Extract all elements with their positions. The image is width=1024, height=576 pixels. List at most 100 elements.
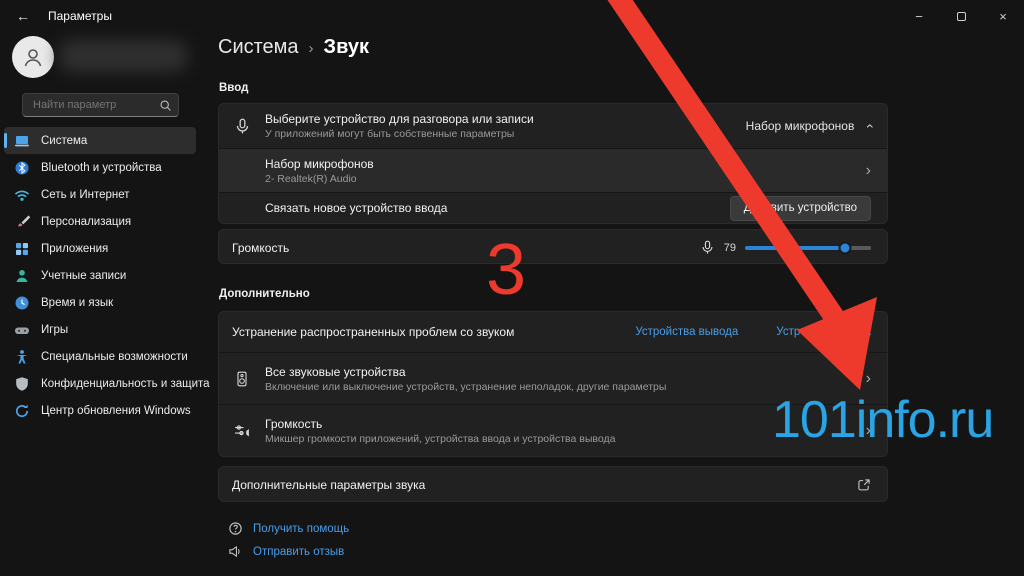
user-name-redacted bbox=[58, 40, 188, 72]
troubleshoot-title: Устранение распространенных проблем со з… bbox=[232, 325, 515, 339]
shield-icon bbox=[16, 376, 28, 391]
minimize-icon: − bbox=[915, 8, 923, 24]
close-button[interactable]: × bbox=[982, 0, 1024, 32]
chevron-right-icon: › bbox=[865, 369, 871, 387]
device-subtitle: 2- Realtek(R) Audio bbox=[265, 172, 357, 185]
mixer-title: Громкость bbox=[265, 416, 323, 431]
volume-slider-handle[interactable] bbox=[838, 241, 852, 254]
input-devices-card: Выберите устройство для разговора или за… bbox=[218, 103, 888, 224]
device-title: Набор микрофонов bbox=[265, 156, 374, 171]
speaker-device-icon bbox=[237, 371, 247, 386]
all-devices-subtitle: Включение или выключение устройств, устр… bbox=[265, 380, 667, 393]
close-icon: × bbox=[999, 8, 1007, 24]
breadcrumb-separator-icon: › bbox=[308, 40, 314, 57]
volume-card: Громкость 79 bbox=[218, 229, 888, 264]
chevron-right-icon: › bbox=[865, 161, 871, 179]
troubleshoot-row: Устранение распространенных проблем со з… bbox=[219, 312, 887, 352]
input-devices-link[interactable]: Устройства ввода bbox=[776, 326, 871, 338]
sidebar-item-network[interactable]: Сеть и Интернет bbox=[4, 181, 196, 208]
input-device-picker-row[interactable]: Выберите устройство для разговора или за… bbox=[219, 104, 887, 148]
back-icon: ← bbox=[16, 8, 30, 24]
update-icon bbox=[15, 404, 29, 417]
get-help-label: Получить помощь bbox=[253, 522, 350, 535]
help-icon bbox=[229, 522, 242, 535]
sidebar-item-label: Учетные записи bbox=[41, 269, 127, 282]
maximize-button[interactable] bbox=[940, 0, 982, 32]
sidebar-item-label: Bluetooth и устройства bbox=[41, 161, 162, 174]
sidebar-item-label: Сеть и Интернет bbox=[41, 188, 130, 201]
more-sound-settings-card: Дополнительные параметры звука bbox=[218, 466, 888, 502]
sidebar-item-apps[interactable]: Приложения bbox=[4, 235, 196, 262]
sidebar-item-system[interactable]: Система bbox=[4, 127, 196, 154]
maximize-icon bbox=[956, 11, 966, 21]
selection-pill bbox=[4, 133, 7, 148]
gamepad-icon bbox=[15, 327, 29, 334]
window-controls: − × bbox=[898, 0, 1024, 32]
search-box[interactable] bbox=[22, 93, 179, 117]
picker-selected-value: Набор микрофонов bbox=[745, 119, 855, 133]
mixer-subtitle: Микшер громкости приложений, устройства … bbox=[265, 432, 616, 445]
volume-slider[interactable] bbox=[745, 241, 871, 255]
sidebar-item-bluetooth[interactable]: Bluetooth и устройства bbox=[4, 154, 196, 181]
feedback-icon bbox=[229, 545, 240, 558]
accessibility-icon bbox=[16, 349, 28, 363]
avatar[interactable] bbox=[12, 36, 54, 78]
minimize-button[interactable]: − bbox=[898, 0, 940, 32]
search-icon bbox=[160, 99, 171, 111]
sidebar-item-time-language[interactable]: Время и язык bbox=[4, 289, 196, 316]
sidebar-item-privacy[interactable]: Конфиденциальность и защита bbox=[4, 370, 210, 397]
output-devices-link[interactable]: Устройства вывода bbox=[635, 326, 738, 338]
sidebar-item-accessibility[interactable]: Специальные возможности bbox=[4, 343, 196, 370]
pair-title: Связать новое устройство ввода bbox=[265, 201, 448, 215]
brush-icon bbox=[18, 215, 30, 226]
section-header-advanced: Дополнительно bbox=[219, 288, 310, 300]
person-icon bbox=[24, 49, 42, 67]
external-link-icon bbox=[858, 479, 870, 491]
microphone-icon bbox=[236, 118, 248, 133]
sidebar-item-label: Конфиденциальность и защита bbox=[41, 377, 210, 390]
send-feedback-label: Отправить отзыв bbox=[253, 545, 345, 558]
sidebar-item-label: Специальные возможности bbox=[41, 350, 188, 363]
more-sound-title: Дополнительные параметры звука bbox=[232, 478, 426, 492]
get-help-link[interactable]: Получить помощь bbox=[228, 521, 349, 536]
picker-title: Выберите устройство для разговора или за… bbox=[265, 112, 534, 126]
input-volume-row: Громкость 79 bbox=[219, 230, 887, 263]
accounts-person-icon bbox=[16, 269, 28, 282]
picker-subtitle: У приложений могут быть собственные пара… bbox=[265, 128, 515, 140]
volume-value: 79 bbox=[723, 241, 736, 254]
back-button[interactable]: ← bbox=[6, 3, 40, 29]
send-feedback-link[interactable]: Отправить отзыв bbox=[228, 544, 344, 559]
sidebar-item-personalization[interactable]: Персонализация bbox=[4, 208, 196, 235]
page-title: Звук bbox=[323, 36, 370, 58]
sidebar-item-accounts[interactable]: Учетные записи bbox=[4, 262, 196, 289]
sidebar-item-label: Время и язык bbox=[41, 296, 114, 309]
sidebar-item-label: Центр обновления Windows bbox=[41, 404, 191, 417]
sidebar-nav: Система Bluetooth и устройства Сеть и Ин… bbox=[4, 127, 210, 424]
sidebar-item-label: Приложения bbox=[41, 242, 109, 255]
search-input[interactable] bbox=[31, 98, 159, 112]
titlebar: ← Параметры − × bbox=[0, 0, 1024, 32]
breadcrumb-system[interactable]: Система bbox=[218, 36, 299, 59]
breadcrumb: Система › Звук bbox=[218, 36, 369, 59]
annotation-step-number: 3 bbox=[486, 230, 527, 310]
app-title: Параметры bbox=[48, 9, 112, 23]
apps-grid-icon bbox=[16, 242, 28, 255]
chevron-up-icon: › bbox=[860, 123, 877, 129]
settings-window: ← Параметры − × Система Bluetooth и уст bbox=[0, 0, 1024, 576]
sidebar-item-label: Система bbox=[41, 134, 88, 147]
mixer-icon bbox=[234, 425, 249, 437]
sidebar-item-games[interactable]: Игры bbox=[4, 316, 196, 343]
more-sound-settings-row[interactable]: Дополнительные параметры звука bbox=[219, 467, 887, 501]
sidebar-item-label: Персонализация bbox=[41, 215, 132, 228]
wifi-icon bbox=[14, 190, 30, 201]
system-icon bbox=[15, 135, 29, 146]
volume-slider-fill bbox=[745, 245, 845, 250]
clock-icon bbox=[15, 296, 29, 309]
sidebar-item-label: Игры bbox=[41, 323, 69, 336]
section-header-input: Ввод bbox=[219, 82, 249, 94]
watermark: 101info.ru bbox=[772, 391, 994, 449]
microphone-small-icon bbox=[702, 240, 713, 254]
microphone-array-row[interactable]: Набор микрофонов 2- Realtek(R) Audio › bbox=[219, 148, 887, 192]
add-device-button[interactable]: Добавить устройство bbox=[729, 195, 871, 221]
sidebar-item-windows-update[interactable]: Центр обновления Windows bbox=[4, 397, 196, 424]
